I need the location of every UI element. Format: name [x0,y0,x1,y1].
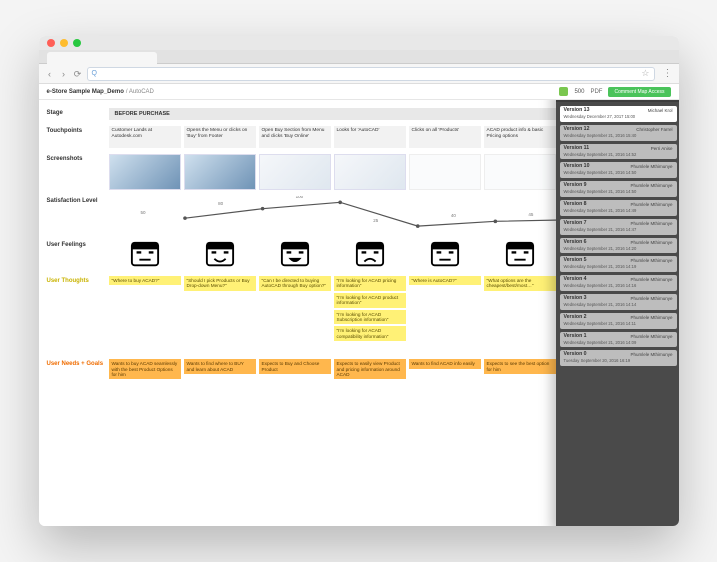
chart-value-label: 50 [141,210,146,215]
version-item[interactable]: Version 10Phumlele MthimunyeWednesday Se… [560,162,677,178]
version-item[interactable]: Version 11Perri AniseWednesday September… [560,144,677,160]
version-item[interactable]: Version 3Phumlele MthimunyeWednesday Sep… [560,294,677,310]
thought-sticky[interactable]: "I'm looking for ACAD Subscription infor… [334,310,406,325]
version-item[interactable]: Version 8Phumlele MthimunyeWednesday Sep… [560,200,677,216]
feeling-face-icon[interactable] [259,240,331,270]
screenshot-thumbnail[interactable] [484,154,556,190]
pdf-export-button[interactable]: PDF [590,89,602,95]
touchpoint-card[interactable]: Customer Lands at Autodesk.com [109,126,181,148]
need-sticky[interactable]: Expects to see the best option for him [484,359,556,374]
need-sticky[interactable]: Wants to find where to BUY and learn abo… [184,359,256,374]
window-titlebar [39,36,679,50]
need-sticky[interactable]: Expects to Buy and Choose Product [259,359,331,374]
chart-value-label: 25 [373,218,378,223]
chart-value-label: 80 [218,201,223,206]
presence-avatar[interactable] [559,87,568,96]
window-zoom-icon[interactable] [73,39,81,47]
breadcrumb-project[interactable]: e-Store Sample Map_Demo [47,89,124,95]
touchpoint-card[interactable]: Open Buy Section from Menu and clicks 'B… [259,126,331,148]
screenshot-thumbnail[interactable] [259,154,331,190]
address-bar[interactable]: Q ☆ [87,67,655,81]
version-item[interactable]: Version 1Phumlele MthimunyeWednesday Sep… [560,332,677,348]
row-label-thoughts: User Thoughts [47,276,109,285]
feeling-face-icon[interactable] [409,240,481,270]
screenshot-thumbnail[interactable] [334,154,406,190]
address-bar-text: Q [92,70,97,77]
browser-window: ‹ › ⟳ Q ☆ ⋮ e-Store Sample Map_Demo / Au… [39,36,679,526]
thought-sticky[interactable]: "I'm looking for ACAD pricing informatio… [334,276,406,291]
need-sticky[interactable]: Expects to easily view Product and prici… [334,359,406,379]
window-minimize-icon[interactable] [60,39,68,47]
screenshot-thumbnail[interactable] [409,154,481,190]
feeling-face-icon[interactable] [109,240,181,270]
version-item[interactable]: Version 0Phumlele MthimunyeTuesday Septe… [560,350,677,366]
version-item[interactable]: Version 7Phumlele MthimunyeWednesday Sep… [560,219,677,235]
thought-sticky[interactable]: "I'm looking for ACAD compatibility info… [334,326,406,341]
version-item[interactable]: Version 9Phumlele MthimunyeWednesday Sep… [560,181,677,197]
row-label-needs: User Needs + Goals [47,359,109,368]
feeling-face-icon[interactable] [334,240,406,270]
browser-menu-icon[interactable]: ⋮ [663,68,673,79]
row-label-screenshots: Screenshots [47,154,109,163]
row-label-touchpoints: Touchpoints [47,126,109,135]
touchpoint-card[interactable]: Clicks on all 'Products' [409,126,481,148]
versioning-panel: Map Versioning × 11 ★ ⚙ Version 13Michae… [556,100,679,526]
touchpoint-card[interactable]: ACAD product info & basic Pricing option… [484,126,556,148]
row-label-satisfaction: Satisfaction Level [47,196,109,205]
screenshot-thumbnail[interactable] [184,154,256,190]
browser-tab[interactable] [47,52,157,64]
thought-sticky[interactable]: "Where is AutoCAD?" [409,276,481,285]
thought-sticky[interactable]: "What options are the cheapest/best/most… [484,276,556,291]
share-button[interactable]: Comment Map Access [608,87,670,97]
touchpoint-card[interactable]: Looks for 'AutoCAD' [334,126,406,148]
page-header: e-Store Sample Map_Demo / AutoCAD 500 PD… [39,84,679,100]
touchpoint-card[interactable]: Opens the Menu or clicks on 'Buy' from F… [184,126,256,148]
breadcrumb-page[interactable]: / AutoCAD [126,89,154,95]
thought-sticky[interactable]: "Where to buy ACAD?" [109,276,181,285]
bookmark-icon[interactable]: ☆ [641,68,649,79]
version-item[interactable]: Version 2Phumlele MthimunyeWednesday Sep… [560,313,677,329]
row-label-feelings: User Feelings [47,240,109,249]
need-sticky[interactable]: Wants to buy ACAD seamlessly with the be… [109,359,181,379]
need-sticky[interactable]: Wants to find ACAD info easily [409,359,481,368]
window-close-icon[interactable] [47,39,55,47]
forward-icon[interactable]: › [59,69,69,79]
browser-toolbar: ‹ › ⟳ Q ☆ ⋮ [39,64,679,84]
thought-sticky[interactable]: "I'm looking for ACAD product informatio… [334,293,406,308]
version-item[interactable]: Version 12Christopher FarrelWednesday Se… [560,125,677,141]
user-count: 500 [574,89,584,95]
version-item[interactable]: Version 6Phumlele MthimunyeWednesday Sep… [560,238,677,254]
browser-tabbar [39,50,679,64]
chart-value-label: 100 [296,196,304,199]
feeling-face-icon[interactable] [184,240,256,270]
back-icon[interactable]: ‹ [45,69,55,79]
row-label-stage: Stage [47,108,109,117]
chart-value-label: 45 [528,212,533,217]
journey-map-canvas[interactable]: Stage BEFORE PURCHASE Touchpoints Custom… [39,100,679,526]
chart-value-label: 40 [451,213,456,218]
feeling-face-icon[interactable] [484,240,556,270]
thought-sticky[interactable]: "Can I be directed to buying AutoCAD thr… [259,276,331,291]
version-item[interactable]: Version 13Michael KrolWednesday December… [560,106,677,122]
version-item[interactable]: Version 5Phumlele MthimunyeWednesday Sep… [560,256,677,272]
reload-icon[interactable]: ⟳ [73,69,83,79]
screenshot-thumbnail[interactable] [109,154,181,190]
version-item[interactable]: Version 4Phumlele MthimunyeWednesday Sep… [560,275,677,291]
thought-sticky[interactable]: "Should I pick Products or Buy Drop-down… [184,276,256,291]
